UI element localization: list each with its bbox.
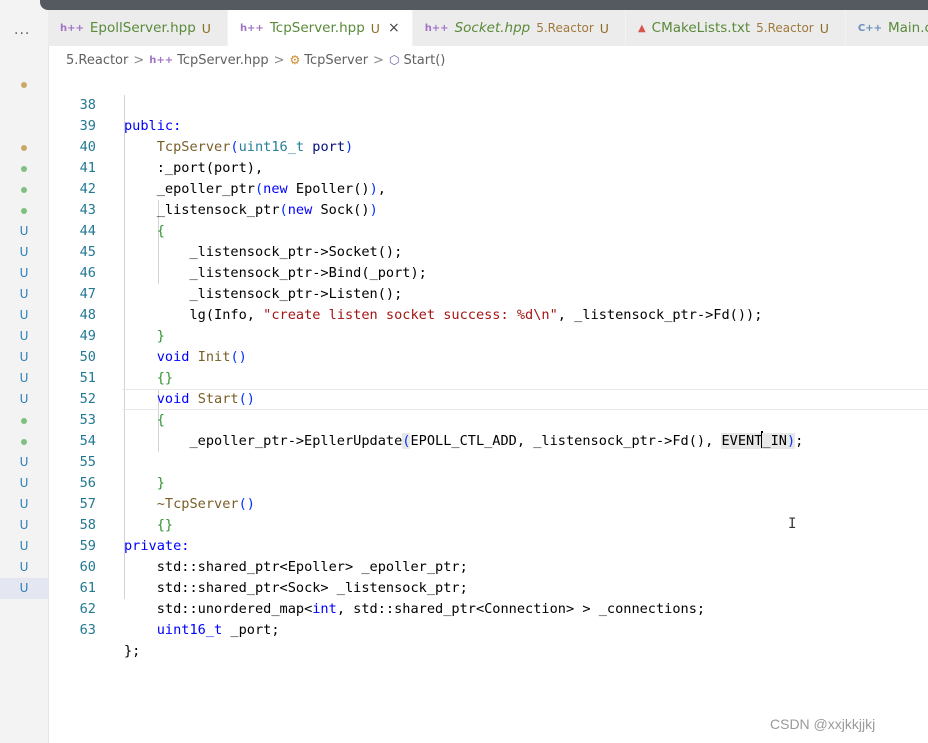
title-strip-dark	[40, 0, 928, 10]
tab-label: EpollServer.hpp	[89, 20, 196, 36]
chevron-right-icon: >	[273, 52, 285, 68]
tab-dir: 5.Reactor	[536, 21, 594, 35]
tab-label: Socket.hpp	[454, 20, 531, 36]
chevron-right-icon: >	[373, 52, 384, 68]
git-untracked-marker: U	[0, 578, 48, 599]
code-text: };	[124, 643, 141, 659]
mouse-ibeam-icon: I	[788, 516, 797, 532]
code-line: 55 }	[48, 431, 928, 491]
code-line: 44 _listensock_ptr->Socket();	[48, 200, 928, 260]
code-line: 43 {	[48, 179, 928, 239]
editor-tabs: h++ EpollServer.hpp U h++ TcpServer.hpp …	[48, 10, 928, 46]
git-untracked-marker: U	[19, 497, 29, 511]
git-untracked-marker: U	[19, 539, 29, 553]
code-line: 62 uint16_t _port;	[48, 578, 928, 638]
code-line: 54	[48, 410, 928, 449]
line-number: 63	[79, 622, 96, 638]
git-untracked-marker: U	[19, 308, 29, 322]
git-change-dot-icon	[0, 431, 48, 452]
git-untracked-marker: U	[19, 266, 29, 280]
tab-label: CMakeLists.txt	[651, 20, 751, 36]
class-icon: ⚙	[289, 53, 301, 67]
code-line: 46 _listensock_ptr->Listen();	[48, 242, 928, 302]
git-change-dot-icon	[0, 137, 48, 158]
code-line: 57 {}	[48, 473, 928, 533]
git-untracked-marker: U	[19, 455, 29, 469]
method-icon: ⬡	[388, 53, 400, 67]
code-editor[interactable]: 38 public: 39 TcpServer(uint16_t port) 4…	[48, 74, 928, 743]
chevron-right-icon: >	[133, 52, 145, 68]
code-line: 39 TcpServer(uint16_t port)	[48, 95, 928, 155]
cpp-header-icon: h++	[60, 22, 84, 34]
git-status-badge: U	[201, 20, 211, 36]
git-untracked-marker: U	[19, 245, 29, 259]
tab-epollserver[interactable]: h++ EpollServer.hpp U	[48, 10, 228, 46]
code-line: 51 void Start()	[48, 347, 928, 407]
git-untracked-marker: U	[19, 329, 29, 343]
git-change-dot-icon	[0, 410, 48, 431]
git-untracked-marker: U	[19, 392, 29, 406]
cpp-header-icon: h++	[149, 54, 174, 66]
tab-socket[interactable]: h++ Socket.hpp 5.Reactor U	[412, 10, 626, 46]
git-untracked-marker: U	[19, 350, 29, 364]
breadcrumb: 5.Reactor > h++ TcpServer.hpp > ⚙ TcpSer…	[48, 46, 928, 74]
code-line: 40 :_port(port),	[48, 116, 928, 176]
code-line: 61 std::unordered_map<int, std::shared_p…	[48, 557, 928, 617]
tab-dir: 5.Reactor	[756, 21, 814, 35]
watermark: CSDN @xxjkkjjkj	[770, 716, 876, 732]
code-line: 38 public:	[48, 74, 928, 134]
code-line: 50 {}	[48, 326, 928, 386]
git-status-badge: U	[370, 20, 380, 36]
more-actions-icon[interactable]: ···	[14, 26, 30, 42]
cpp-header-icon: h++	[239, 22, 264, 34]
git-untracked-marker: U	[19, 476, 29, 490]
git-status-badge: U	[599, 20, 609, 36]
code-line: 41 _epoller_ptr(new Epoller()),	[48, 137, 928, 197]
tab-main[interactable]: C++ Main.cc	[845, 10, 928, 46]
git-untracked-marker: U	[19, 560, 29, 574]
vscode-window: ··· h++ EpollServer.hpp U h++ TcpServer.…	[0, 0, 928, 743]
git-untracked-marker: U	[19, 224, 29, 238]
code-line: 58 private:	[48, 494, 928, 554]
code-line: 52 {	[48, 368, 928, 428]
git-untracked-marker: U	[19, 518, 29, 532]
code-line: 63 };	[48, 599, 928, 659]
code-line: 56 ~TcpServer()	[48, 452, 928, 512]
code-line: 45 _listensock_ptr->Bind(_port);	[48, 221, 928, 281]
code-line: 42 _listensock_ptr(new Sock())	[48, 158, 928, 218]
breadcrumb-class[interactable]: TcpServer	[304, 53, 368, 68]
cpp-file-icon: C++	[857, 22, 882, 34]
git-change-dot-icon	[0, 74, 48, 95]
git-change-dot-icon	[0, 179, 48, 200]
code-line: 60 std::shared_ptr<Sock> _listensock_ptr…	[48, 536, 928, 596]
git-untracked-marker: U	[19, 287, 29, 301]
git-change-dot-icon	[0, 158, 48, 179]
breadcrumb-folder[interactable]: 5.Reactor	[66, 53, 128, 68]
code-line: 49 void Init()	[48, 305, 928, 365]
tab-label: TcpServer.hpp	[269, 20, 365, 36]
cpp-header-icon: h++	[424, 22, 449, 34]
code-line: 48 }	[48, 284, 928, 344]
git-change-dot-icon	[0, 200, 48, 221]
git-status-badge: U	[819, 20, 829, 36]
tab-cmakelists[interactable]: ▲ CMakeLists.txt 5.Reactor U	[625, 10, 846, 46]
tab-tcpserver[interactable]: h++ TcpServer.hpp U ×	[227, 10, 413, 46]
close-icon[interactable]: ×	[388, 20, 400, 36]
cmake-icon: ▲	[637, 22, 646, 34]
code-text: uint16_t _port;	[156, 622, 280, 638]
git-untracked-marker: U	[19, 371, 29, 385]
code-line-current: 53 _epoller_ptr->EpllerUpdate(EPOLL_CTL_…	[48, 389, 928, 449]
breadcrumb-file[interactable]: TcpServer.hpp	[177, 53, 268, 68]
breadcrumb-method[interactable]: Start()	[403, 53, 445, 68]
code-line: 47 lg(Info, "create listen socket succes…	[48, 263, 928, 323]
tab-label: Main.cc	[887, 20, 928, 36]
